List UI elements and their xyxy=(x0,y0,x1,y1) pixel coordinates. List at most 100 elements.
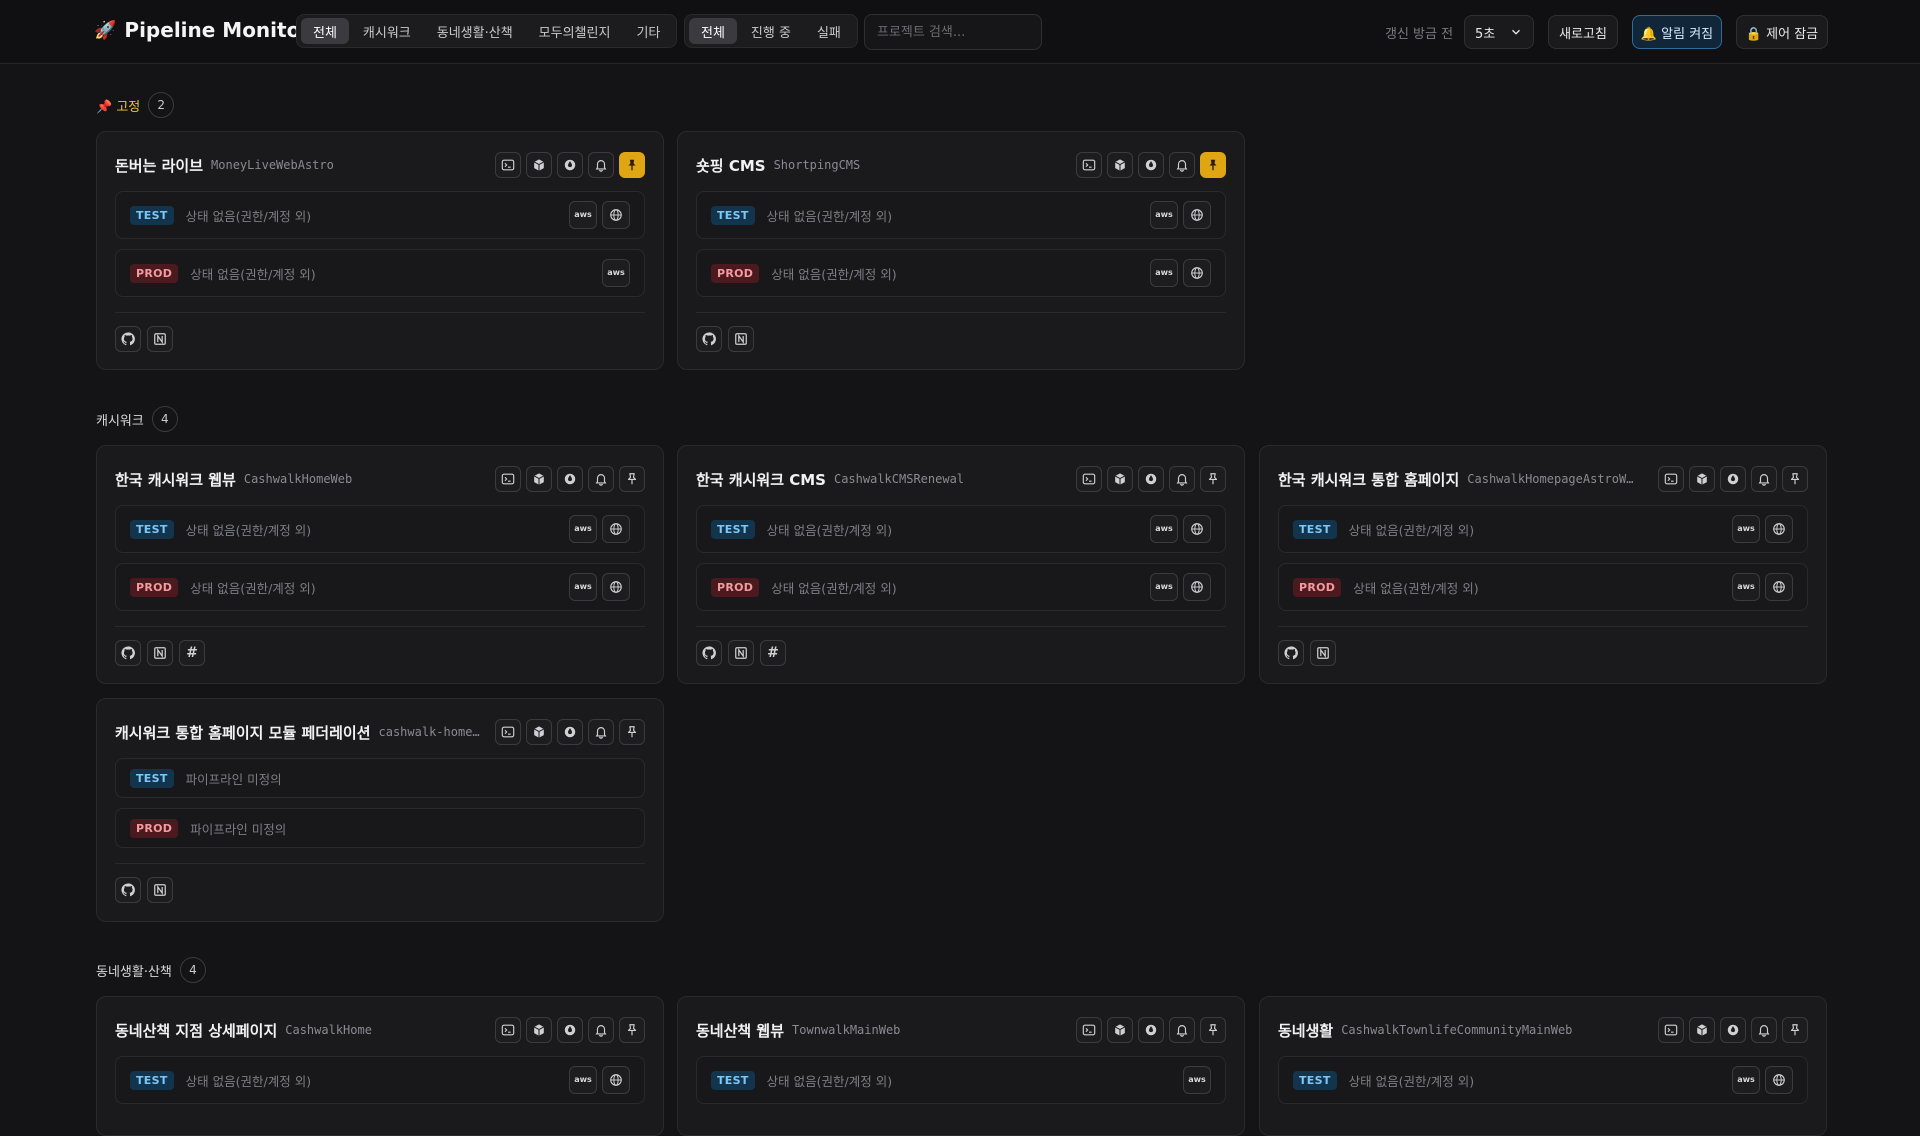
status-filter-failed[interactable]: 실패 xyxy=(805,18,853,44)
refresh-button[interactable]: 새로고침 xyxy=(1548,15,1618,49)
notion-icon[interactable] xyxy=(728,326,754,352)
alert-toggle-button[interactable]: 🔔 알림 켜짐 xyxy=(1632,15,1722,49)
group-filter-townlife[interactable]: 동네생활·산책 xyxy=(425,18,525,44)
package-icon[interactable] xyxy=(1107,152,1133,178)
globe-icon[interactable] xyxy=(1765,573,1793,601)
terminal-icon[interactable] xyxy=(495,719,521,745)
deploy-icon[interactable] xyxy=(557,152,583,178)
deploy-icon[interactable] xyxy=(1720,466,1746,492)
package-icon[interactable] xyxy=(526,1017,552,1043)
aws-icon[interactable]: aws xyxy=(602,259,630,287)
refresh-interval-select[interactable]: 5초 xyxy=(1464,15,1534,49)
hash-icon[interactable]: # xyxy=(179,640,205,666)
bell-icon[interactable] xyxy=(1169,1017,1195,1043)
globe-icon[interactable] xyxy=(602,201,630,229)
globe-icon[interactable] xyxy=(1183,259,1211,287)
bell-icon[interactable] xyxy=(588,719,614,745)
bell-icon[interactable] xyxy=(588,466,614,492)
deploy-icon[interactable] xyxy=(557,719,583,745)
pin-icon[interactable] xyxy=(1782,1017,1808,1043)
globe-icon[interactable] xyxy=(1183,201,1211,229)
pin-icon[interactable] xyxy=(619,466,645,492)
deploy-icon[interactable] xyxy=(1138,152,1164,178)
notion-icon[interactable] xyxy=(728,640,754,666)
notion-icon[interactable] xyxy=(147,877,173,903)
terminal-icon[interactable] xyxy=(495,466,521,492)
group-filter-challenge[interactable]: 모두의챌린지 xyxy=(527,18,623,44)
terminal-icon[interactable] xyxy=(495,152,521,178)
terminal-icon[interactable] xyxy=(1076,152,1102,178)
aws-icon[interactable]: aws xyxy=(1732,515,1760,543)
project-search-input[interactable] xyxy=(864,14,1042,50)
aws-icon[interactable]: aws xyxy=(1183,1066,1211,1094)
bell-icon[interactable] xyxy=(1751,466,1777,492)
github-icon[interactable] xyxy=(115,326,141,352)
env-status: 파이프라인 미정의 xyxy=(190,821,287,837)
section-cashwalk: 캐시워크 4 xyxy=(96,406,178,432)
package-icon[interactable] xyxy=(1107,466,1133,492)
terminal-icon[interactable] xyxy=(1076,466,1102,492)
github-icon[interactable] xyxy=(696,640,722,666)
aws-icon[interactable]: aws xyxy=(1150,201,1178,229)
pin-icon[interactable] xyxy=(619,719,645,745)
notion-icon[interactable] xyxy=(147,640,173,666)
env-badge-test: TEST xyxy=(130,519,174,539)
notion-icon[interactable] xyxy=(1310,640,1336,666)
terminal-icon[interactable] xyxy=(1658,1017,1684,1043)
globe-icon[interactable] xyxy=(602,573,630,601)
terminal-icon[interactable] xyxy=(495,1017,521,1043)
pin-icon[interactable] xyxy=(1200,1017,1226,1043)
group-filter-etc[interactable]: 기타 xyxy=(624,18,672,44)
notion-icon[interactable] xyxy=(147,326,173,352)
terminal-icon[interactable] xyxy=(1076,1017,1102,1043)
bell-icon[interactable] xyxy=(1169,466,1195,492)
aws-icon[interactable]: aws xyxy=(569,573,597,601)
status-filter-all[interactable]: 전체 xyxy=(689,18,737,44)
github-icon[interactable] xyxy=(115,877,141,903)
bell-icon[interactable] xyxy=(1169,152,1195,178)
deploy-icon[interactable] xyxy=(557,1017,583,1043)
pin-icon[interactable] xyxy=(1782,466,1808,492)
github-icon[interactable] xyxy=(1278,640,1304,666)
pin-icon[interactable] xyxy=(619,1017,645,1043)
pin-icon[interactable] xyxy=(1200,152,1226,178)
deploy-icon[interactable] xyxy=(1138,1017,1164,1043)
package-icon[interactable] xyxy=(526,466,552,492)
aws-icon[interactable]: aws xyxy=(1732,1066,1760,1094)
package-icon[interactable] xyxy=(1107,1017,1133,1043)
package-icon[interactable] xyxy=(526,152,552,178)
globe-icon[interactable] xyxy=(1183,573,1211,601)
pin-icon[interactable] xyxy=(619,152,645,178)
github-icon[interactable] xyxy=(115,640,141,666)
aws-icon[interactable]: aws xyxy=(1150,515,1178,543)
hash-icon[interactable]: # xyxy=(760,640,786,666)
bell-icon[interactable] xyxy=(588,1017,614,1043)
status-filter-running[interactable]: 진행 중 xyxy=(739,18,803,44)
deploy-icon[interactable] xyxy=(1138,466,1164,492)
aws-icon[interactable]: aws xyxy=(569,515,597,543)
deploy-icon[interactable] xyxy=(1720,1017,1746,1043)
group-filter-all[interactable]: 전체 xyxy=(301,18,349,44)
aws-icon[interactable]: aws xyxy=(1150,259,1178,287)
last-refresh-text: 갱신 방금 전 xyxy=(1385,27,1454,42)
aws-icon[interactable]: aws xyxy=(1732,573,1760,601)
package-icon[interactable] xyxy=(1689,1017,1715,1043)
bell-icon[interactable] xyxy=(588,152,614,178)
aws-icon[interactable]: aws xyxy=(569,1066,597,1094)
github-icon[interactable] xyxy=(696,326,722,352)
globe-icon[interactable] xyxy=(1183,515,1211,543)
pin-icon[interactable] xyxy=(1200,466,1226,492)
terminal-icon[interactable] xyxy=(1658,466,1684,492)
globe-icon[interactable] xyxy=(1765,1066,1793,1094)
globe-icon[interactable] xyxy=(602,1066,630,1094)
package-icon[interactable] xyxy=(526,719,552,745)
bell-icon[interactable] xyxy=(1751,1017,1777,1043)
globe-icon[interactable] xyxy=(602,515,630,543)
control-lock-button[interactable]: 🔒 제어 잠금 xyxy=(1736,15,1828,49)
package-icon[interactable] xyxy=(1689,466,1715,492)
aws-icon[interactable]: aws xyxy=(569,201,597,229)
aws-icon[interactable]: aws xyxy=(1150,573,1178,601)
deploy-icon[interactable] xyxy=(557,466,583,492)
group-filter-cashwalk[interactable]: 캐시워크 xyxy=(351,18,423,44)
globe-icon[interactable] xyxy=(1765,515,1793,543)
